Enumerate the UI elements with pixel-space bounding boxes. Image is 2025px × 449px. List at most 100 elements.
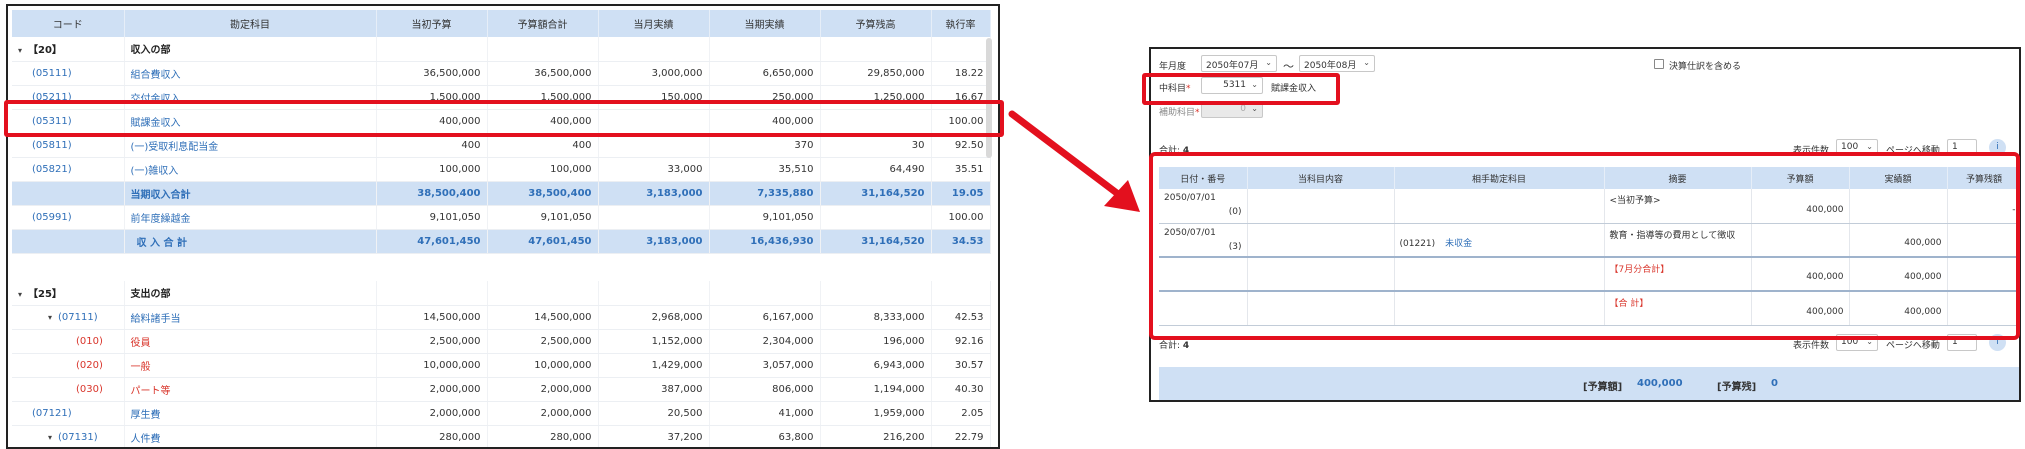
column-header[interactable]: 執行率	[931, 10, 991, 37]
table-header-row: コード 勘定科目 当初予算 予算額合計 当月実績 当期実績 予算残高 執行率	[12, 10, 991, 37]
value-cell: 38,500,400	[376, 181, 488, 206]
value-cell: 41,000	[709, 401, 821, 426]
budget-summary-panel: コード 勘定科目 当初予算 予算額合計 当月実績 当期実績 予算残高 執行率 ▾ 【20】 収入の…	[6, 4, 1000, 449]
account-name[interactable]: 前年度繰越金	[124, 205, 377, 230]
account-name: 支出の部	[124, 281, 377, 306]
footer-remaining-label: [予算残]	[1717, 382, 1757, 393]
value-cell: 2,000,000	[376, 401, 488, 426]
code-cell: (07121)	[12, 401, 125, 426]
value-cell	[487, 281, 599, 306]
value-cell: 36,500,000	[376, 61, 488, 86]
value-cell: 14,500,000	[376, 305, 488, 330]
column-header[interactable]: 予算残高	[820, 10, 932, 37]
value-cell: 47,601,450	[487, 229, 599, 254]
account-code[interactable]: (05821)	[32, 164, 72, 175]
tilde-separator: ～	[1283, 60, 1294, 73]
value-cell: 2,500,000	[487, 329, 599, 354]
account-code[interactable]: (020)	[76, 360, 103, 371]
value-cell: 22.79	[931, 425, 991, 447]
code-cell: (010)	[12, 329, 125, 354]
chevron-down-icon: ⌄	[1265, 58, 1272, 67]
code-cell: (030)	[12, 377, 125, 402]
column-header[interactable]: コード	[12, 10, 125, 37]
collapse-toggle-icon[interactable]: ▾	[18, 290, 28, 299]
account-name[interactable]: 人件費	[124, 425, 377, 447]
account-name[interactable]: 厚生費	[124, 401, 377, 426]
settlement-label: 決算仕訳を含める	[1669, 62, 1742, 72]
account-name[interactable]: 役員	[124, 329, 377, 354]
value-cell: 92.16	[931, 329, 991, 354]
highlight-box-ledger	[1149, 152, 2020, 340]
account-code[interactable]: (07131)	[58, 432, 98, 443]
period-label: 年月度	[1159, 62, 1187, 72]
expand-toggle-icon[interactable]: ▾	[48, 313, 58, 322]
sub-account-label-text: 補助科目	[1159, 108, 1196, 118]
value-cell: 18.22	[931, 61, 991, 86]
value-cell: 100,000	[487, 157, 599, 182]
account-code[interactable]: (07111)	[58, 312, 98, 323]
value-cell: 2,000,000	[376, 377, 488, 402]
code-cell	[12, 181, 125, 206]
value-cell: 2,000,000	[487, 401, 599, 426]
value-cell: 2,500,000	[376, 329, 488, 354]
account-name[interactable]: 組合費収入	[124, 61, 377, 86]
column-header[interactable]: 当初予算	[376, 10, 488, 37]
value-cell: 10,000,000	[487, 353, 599, 378]
value-cell: 14,500,000	[487, 305, 599, 330]
column-header[interactable]: 予算額合計	[487, 10, 599, 37]
value-cell: 10,000,000	[376, 353, 488, 378]
column-header[interactable]: 当月実績	[598, 10, 710, 37]
value-cell	[709, 37, 821, 62]
expand-toggle-icon[interactable]: ▾	[48, 433, 58, 442]
value-cell: 6,167,000	[709, 305, 821, 330]
value-cell	[820, 281, 932, 306]
account-name[interactable]: 給料諸手当	[124, 305, 377, 330]
account-code[interactable]: (010)	[76, 336, 103, 347]
code-cell: ▾ (07131)	[12, 425, 125, 447]
code-cell: (05821)	[12, 157, 125, 182]
account-code[interactable]: (07121)	[32, 408, 72, 419]
vertical-scrollbar[interactable]	[986, 38, 992, 158]
value-cell: 7,335,880	[709, 181, 821, 206]
account-name[interactable]: パート等	[124, 377, 377, 402]
value-cell: 35.51	[931, 157, 991, 182]
account-code[interactable]: (05991)	[32, 212, 72, 223]
account-name[interactable]: (一)雑収入	[124, 157, 377, 182]
account-name: 収 入 合 計	[124, 229, 377, 254]
settlement-checkbox[interactable]	[1654, 59, 1664, 69]
table-row: (07121) 厚生費 2,000,000 2,000,000 20,500 41,000…	[12, 401, 991, 426]
value-cell: 2.05	[931, 401, 991, 426]
account-name: 収入の部	[124, 37, 377, 62]
highlight-box-mid-account	[1142, 73, 1340, 105]
value-cell: 2,968,000	[598, 305, 710, 330]
value-cell: 3,000,000	[598, 61, 710, 86]
value-cell	[820, 205, 932, 230]
value-cell: 9,101,050	[487, 205, 599, 230]
value-cell: 20,500	[598, 401, 710, 426]
period-to-select[interactable]: 2050年08月 ⌄	[1299, 55, 1375, 72]
total-count-value: 4	[1182, 341, 1190, 351]
value-cell: 3,183,000	[598, 181, 710, 206]
column-header[interactable]: 勘定科目	[124, 10, 377, 37]
value-cell	[376, 37, 488, 62]
display-count-value: 100	[1841, 142, 1859, 152]
chevron-down-icon: ⌄	[1363, 58, 1370, 67]
account-code[interactable]: (030)	[76, 384, 103, 395]
code-cell: (05991)	[12, 205, 125, 230]
table-row: (05821) (一)雑収入 100,000 100,000 33,000 35,510 6…	[12, 157, 991, 182]
account-name[interactable]: 一般	[124, 353, 377, 378]
value-cell: 2,000,000	[487, 377, 599, 402]
account-code[interactable]: (05811)	[32, 140, 72, 151]
account-code[interactable]: (05111)	[32, 68, 72, 79]
section-header-row: ▾ 【25】 支出の部	[12, 281, 991, 306]
period-from-select[interactable]: 2050年07月 ⌄	[1201, 55, 1277, 72]
column-header[interactable]: 当期実績	[709, 10, 821, 37]
table-row: ▾ (07131) 人件費 280,000 280,000 37,200 63,800 216…	[12, 425, 991, 447]
value-cell: 1,429,000	[598, 353, 710, 378]
spacer-cell	[12, 253, 990, 281]
collapse-toggle-icon[interactable]: ▾	[18, 46, 28, 55]
value-cell	[376, 281, 488, 306]
chevron-down-icon: ⌄	[1251, 104, 1258, 113]
section-header-row: ▾ 【20】 収入の部	[12, 37, 991, 62]
value-cell: 9,101,050	[709, 205, 821, 230]
